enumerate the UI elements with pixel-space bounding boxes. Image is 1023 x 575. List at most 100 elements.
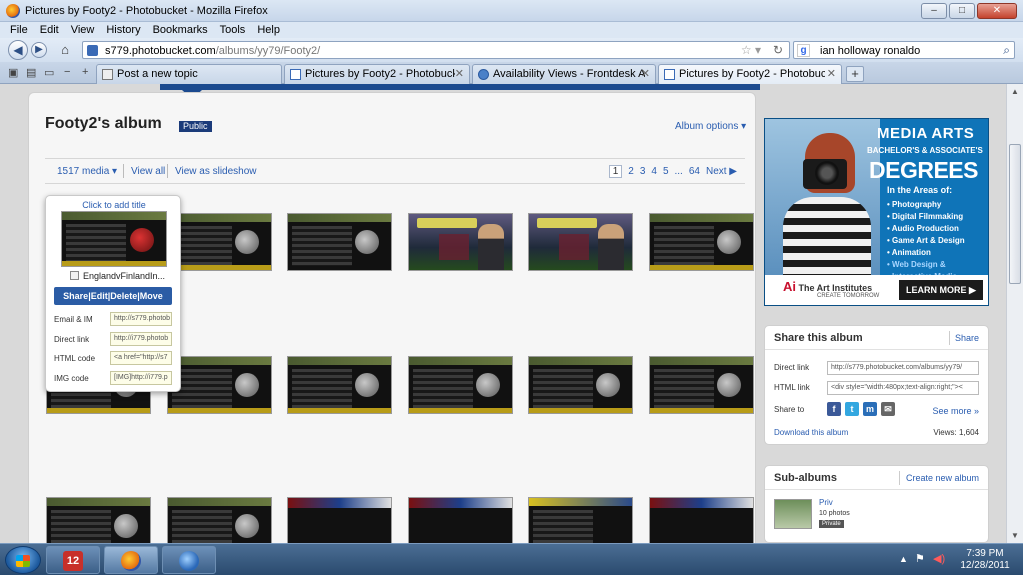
- album-direct-link-field[interactable]: http://s779.photobucket.com/albums/yy79/: [827, 361, 979, 375]
- url-bar[interactable]: s779.photobucket.com/albums/yy79/Footy2/…: [82, 41, 790, 59]
- photo-thumbnail[interactable]: [649, 356, 754, 414]
- tab-availability[interactable]: Availability Views - Frontdesk Anywh... …: [472, 64, 656, 84]
- clipboard-icon[interactable]: ▤: [26, 66, 36, 79]
- add-title-link[interactable]: Click to add title: [46, 200, 182, 210]
- facebook-icon[interactable]: f: [827, 402, 841, 416]
- search-icon[interactable]: ⌕: [1003, 43, 1010, 58]
- action-center-icon[interactable]: ⚑: [915, 552, 925, 565]
- search-input[interactable]: ian holloway ronaldo: [820, 45, 920, 57]
- photo-thumbnail[interactable]: [46, 497, 151, 543]
- home-icon[interactable]: ⌂: [56, 41, 74, 59]
- page-4[interactable]: 4: [651, 166, 657, 177]
- scroll-down-arrow[interactable]: ▼: [1010, 531, 1020, 540]
- view-all-link[interactable]: View all: [131, 166, 165, 177]
- reload-icon[interactable]: ↻: [773, 43, 783, 57]
- minimize-button[interactable]: –: [921, 3, 947, 19]
- direct-link-field[interactable]: http://i779.photob: [110, 332, 172, 346]
- menu-history[interactable]: History: [106, 22, 140, 38]
- menu-file[interactable]: File: [10, 22, 28, 38]
- photo-thumbnail[interactable]: [167, 356, 272, 414]
- photo-thumbnail[interactable]: [528, 497, 633, 543]
- page-3[interactable]: 3: [640, 166, 646, 177]
- tab-photobucket-active[interactable]: Pictures by Footy2 - Photobucket ✕: [658, 64, 842, 84]
- edit-action[interactable]: Edit: [91, 291, 108, 301]
- tab-close-icon[interactable]: ✕: [641, 67, 650, 80]
- photo-thumbnail[interactable]: [167, 497, 272, 543]
- img-code-label: IMG code: [54, 374, 89, 383]
- tab-close-icon[interactable]: ✕: [455, 67, 464, 80]
- next-page-link[interactable]: Next ▶: [706, 166, 737, 177]
- photo-thumbnail[interactable]: [287, 356, 392, 414]
- email-im-field[interactable]: http://s779.photob: [110, 312, 172, 326]
- search-bar[interactable]: g ian holloway ronaldo ⌕: [793, 41, 1015, 59]
- close-button[interactable]: ✕: [977, 3, 1017, 19]
- create-album-link[interactable]: Create new album: [906, 473, 979, 483]
- photo-thumbnail[interactable]: [287, 497, 392, 543]
- album-options-link[interactable]: Album options ▾: [675, 121, 746, 132]
- menu-tools[interactable]: Tools: [220, 22, 246, 38]
- clock[interactable]: 7:39 PM 12/28/2011: [953, 548, 1017, 572]
- media-count-dropdown[interactable]: 1517 media ▾: [57, 166, 117, 177]
- tab-photobucket-1[interactable]: Pictures by Footy2 - Photobucket ✕: [284, 64, 470, 84]
- email-icon[interactable]: ✉: [881, 402, 895, 416]
- menu-bookmarks[interactable]: Bookmarks: [153, 22, 208, 38]
- photo-thumbnail[interactable]: [167, 213, 272, 271]
- select-checkbox[interactable]: [70, 271, 79, 280]
- menu-help[interactable]: Help: [257, 22, 280, 38]
- page-1[interactable]: 1: [608, 165, 623, 178]
- ad-program: Web Design &: [887, 259, 965, 271]
- photo-thumbnail[interactable]: [649, 497, 754, 543]
- photo-thumbnail[interactable]: [649, 213, 754, 271]
- scroll-up-arrow[interactable]: ▲: [1010, 87, 1020, 96]
- page-5[interactable]: 5: [663, 166, 669, 177]
- delete-action[interactable]: Delete: [110, 291, 137, 301]
- volume-icon[interactable]: ◀): [933, 552, 945, 565]
- taskbar-app-12[interactable]: 12: [46, 546, 100, 574]
- photo-thumbnail[interactable]: [287, 213, 392, 271]
- move-action[interactable]: Move: [140, 291, 163, 301]
- photo-thumbnail[interactable]: [408, 213, 513, 271]
- tray-expand-icon[interactable]: ▲: [899, 554, 908, 564]
- album-html-link-field[interactable]: <div style="width:480px;text-align:right…: [827, 381, 979, 395]
- tab-tool-icon[interactable]: ▣: [8, 66, 18, 79]
- see-more-link[interactable]: See more »: [932, 406, 979, 416]
- popup-photo-thumbnail[interactable]: [61, 211, 167, 267]
- subalbum-thumbnail[interactable]: [774, 499, 812, 529]
- back-button[interactable]: ◀: [8, 40, 28, 60]
- share-action[interactable]: Share: [63, 291, 88, 301]
- forward-button[interactable]: ▶: [31, 42, 47, 58]
- maximize-button[interactable]: □: [949, 3, 975, 19]
- page-64[interactable]: 64: [689, 166, 700, 177]
- advertisement-banner[interactable]: MEDIA ARTS BACHELOR'S & ASSOCIATE'S DEGR…: [764, 118, 989, 306]
- zoom-out-icon[interactable]: −: [64, 66, 70, 78]
- twitter-icon[interactable]: t: [845, 402, 859, 416]
- subalbum-name-link[interactable]: Priv: [819, 498, 833, 507]
- download-album-link[interactable]: Download this album: [774, 428, 848, 437]
- html-code-field[interactable]: <a href="http://s7: [110, 351, 172, 365]
- share-link[interactable]: Share: [955, 333, 979, 343]
- html-link-label: HTML link: [774, 383, 810, 392]
- menu-view[interactable]: View: [71, 22, 95, 38]
- tab-post-topic[interactable]: Post a new topic: [96, 64, 282, 84]
- page-scrollbar[interactable]: ▲ ▼: [1006, 84, 1023, 543]
- print-icon[interactable]: ▭: [44, 66, 54, 79]
- photo-thumbnail[interactable]: [528, 356, 633, 414]
- taskbar-thunderbird[interactable]: [162, 546, 216, 574]
- menu-edit[interactable]: Edit: [40, 22, 59, 38]
- scrollbar-thumb[interactable]: [1009, 144, 1021, 284]
- taskbar-firefox[interactable]: [104, 546, 158, 574]
- bookmark-star-icon[interactable]: ☆ ▾: [741, 43, 761, 57]
- myspace-icon[interactable]: m: [863, 402, 877, 416]
- google-icon[interactable]: g: [797, 44, 810, 57]
- img-code-field[interactable]: [IMG]http://i779.p: [110, 371, 172, 385]
- photo-thumbnail[interactable]: [528, 213, 633, 271]
- page-2[interactable]: 2: [628, 166, 634, 177]
- tab-close-icon[interactable]: ✕: [827, 67, 836, 80]
- photo-thumbnail[interactable]: [408, 497, 513, 543]
- learn-more-button[interactable]: LEARN MORE ▶: [899, 280, 983, 300]
- start-button[interactable]: [5, 546, 41, 574]
- new-tab-button[interactable]: +: [846, 66, 864, 82]
- zoom-in-icon[interactable]: +: [82, 66, 88, 78]
- view-slideshow-link[interactable]: View as slideshow: [175, 166, 257, 177]
- photo-thumbnail[interactable]: [408, 356, 513, 414]
